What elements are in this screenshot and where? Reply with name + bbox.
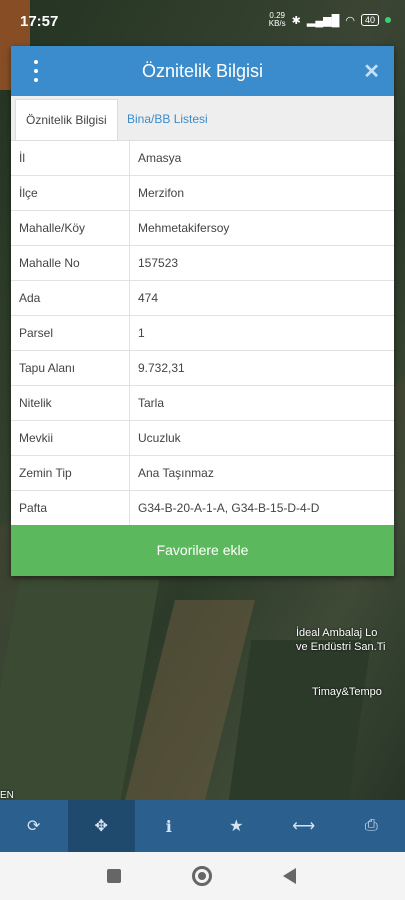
table-row: Mevkii Ucuzluk xyxy=(11,420,394,456)
recents-icon[interactable] xyxy=(107,869,121,883)
bluetooth-icon: ✱ xyxy=(291,14,301,27)
net-speed: 0.29 KB/s xyxy=(268,11,286,28)
home-icon[interactable] xyxy=(192,866,212,886)
locate-icon[interactable]: ✥ xyxy=(67,800,135,852)
dialog-header: Öznitelik Bilgisi ✕ xyxy=(11,46,394,96)
row-value: Merzifon xyxy=(129,175,394,211)
back-icon[interactable] xyxy=(283,868,296,884)
attribute-dialog: Öznitelik Bilgisi ✕ Öznitelik Bilgisi Bi… xyxy=(11,46,394,576)
table-row: Tapu Alanı 9.732,31 xyxy=(11,350,394,386)
close-icon[interactable]: ✕ xyxy=(363,59,380,84)
map-place-label: Timay&Tempo xyxy=(312,686,382,698)
table-row: Ada 474 xyxy=(11,280,394,316)
map-place-label: EN xyxy=(0,790,14,800)
table-row: Nitelik Tarla xyxy=(11,385,394,421)
row-value: Tarla xyxy=(129,385,394,421)
row-value: Ana Taşınmaz xyxy=(129,455,394,491)
table-row: İl Amasya xyxy=(11,141,394,176)
row-key: Zemin Tip xyxy=(11,455,130,491)
tab-bar: Öznitelik Bilgisi Bina/BB Listesi xyxy=(11,96,394,141)
battery-icon: 40 xyxy=(360,14,379,26)
row-key: Tapu Alanı xyxy=(11,350,130,386)
measure-icon[interactable]: ⟷ xyxy=(270,800,338,852)
row-value: G34-B-20-A-1-A, G34-B-15-D-4-D xyxy=(129,490,394,526)
table-row: İlçe Merzifon xyxy=(11,175,394,211)
tab-building-list[interactable]: Bina/BB Listesi xyxy=(117,99,218,139)
status-bar: 17:57 0.29 KB/s ✱ ▂▄▆█ ◠ 40 xyxy=(0,0,405,44)
row-value: 157523 xyxy=(129,245,394,281)
row-key: Mahalle/Köy xyxy=(11,210,130,246)
notification-dot-icon xyxy=(385,17,391,23)
wifi-icon: ◠ xyxy=(345,14,355,27)
status-time: 17:57 xyxy=(20,13,59,30)
table-row: Pafta G34-B-20-A-1-A, G34-B-15-D-4-D xyxy=(11,490,394,526)
map-field xyxy=(228,640,372,800)
row-key: Mevkii xyxy=(11,420,130,456)
attribute-table: İl Amasya İlçe Merzifon Mahalle/Köy Mehmeta… xyxy=(11,141,394,526)
system-nav-bar xyxy=(0,852,405,900)
row-value: Mehmetakifersoy xyxy=(129,210,394,246)
dialog-title: Öznitelik Bilgisi xyxy=(141,61,264,81)
row-value: 1 xyxy=(129,315,394,351)
info-icon[interactable]: i xyxy=(135,800,203,852)
signal-icon: ▂▄▆█ xyxy=(306,14,340,27)
row-key: Parsel xyxy=(11,315,130,351)
row-key: İl xyxy=(11,141,130,176)
row-value: 9.732,31 xyxy=(129,350,394,386)
row-key: Pafta xyxy=(11,490,130,526)
refresh-icon[interactable]: ⟳ xyxy=(0,800,68,852)
table-row: Zemin Tip Ana Taşınmaz xyxy=(11,455,394,491)
row-value: Amasya xyxy=(129,141,394,176)
tab-attribute-info[interactable]: Öznitelik Bilgisi xyxy=(15,99,118,140)
map-toolbar: ⟳ ✥ i ★ ⟷ ⎙ xyxy=(0,800,405,852)
add-favorite-button[interactable]: Favorilere ekle xyxy=(11,525,394,576)
table-row: Mahalle No 157523 xyxy=(11,245,394,281)
map-place-label: İdeal Ambalaj Lo ve Endüstri San.Ti xyxy=(296,627,386,653)
row-key: Nitelik xyxy=(11,385,130,421)
table-row: Parsel 1 xyxy=(11,315,394,351)
row-value: Ucuzluk xyxy=(129,420,394,456)
print-icon[interactable]: ⎙ xyxy=(338,800,405,852)
row-key: Mahalle No xyxy=(11,245,130,281)
row-value: 474 xyxy=(129,280,394,316)
status-icons: 0.29 KB/s ✱ ▂▄▆█ ◠ 40 xyxy=(269,12,391,28)
star-icon[interactable]: ★ xyxy=(203,800,271,852)
table-row: Mahalle/Köy Mehmetakifersoy xyxy=(11,210,394,246)
row-key: İlçe xyxy=(11,175,130,211)
row-key: Ada xyxy=(11,280,130,316)
